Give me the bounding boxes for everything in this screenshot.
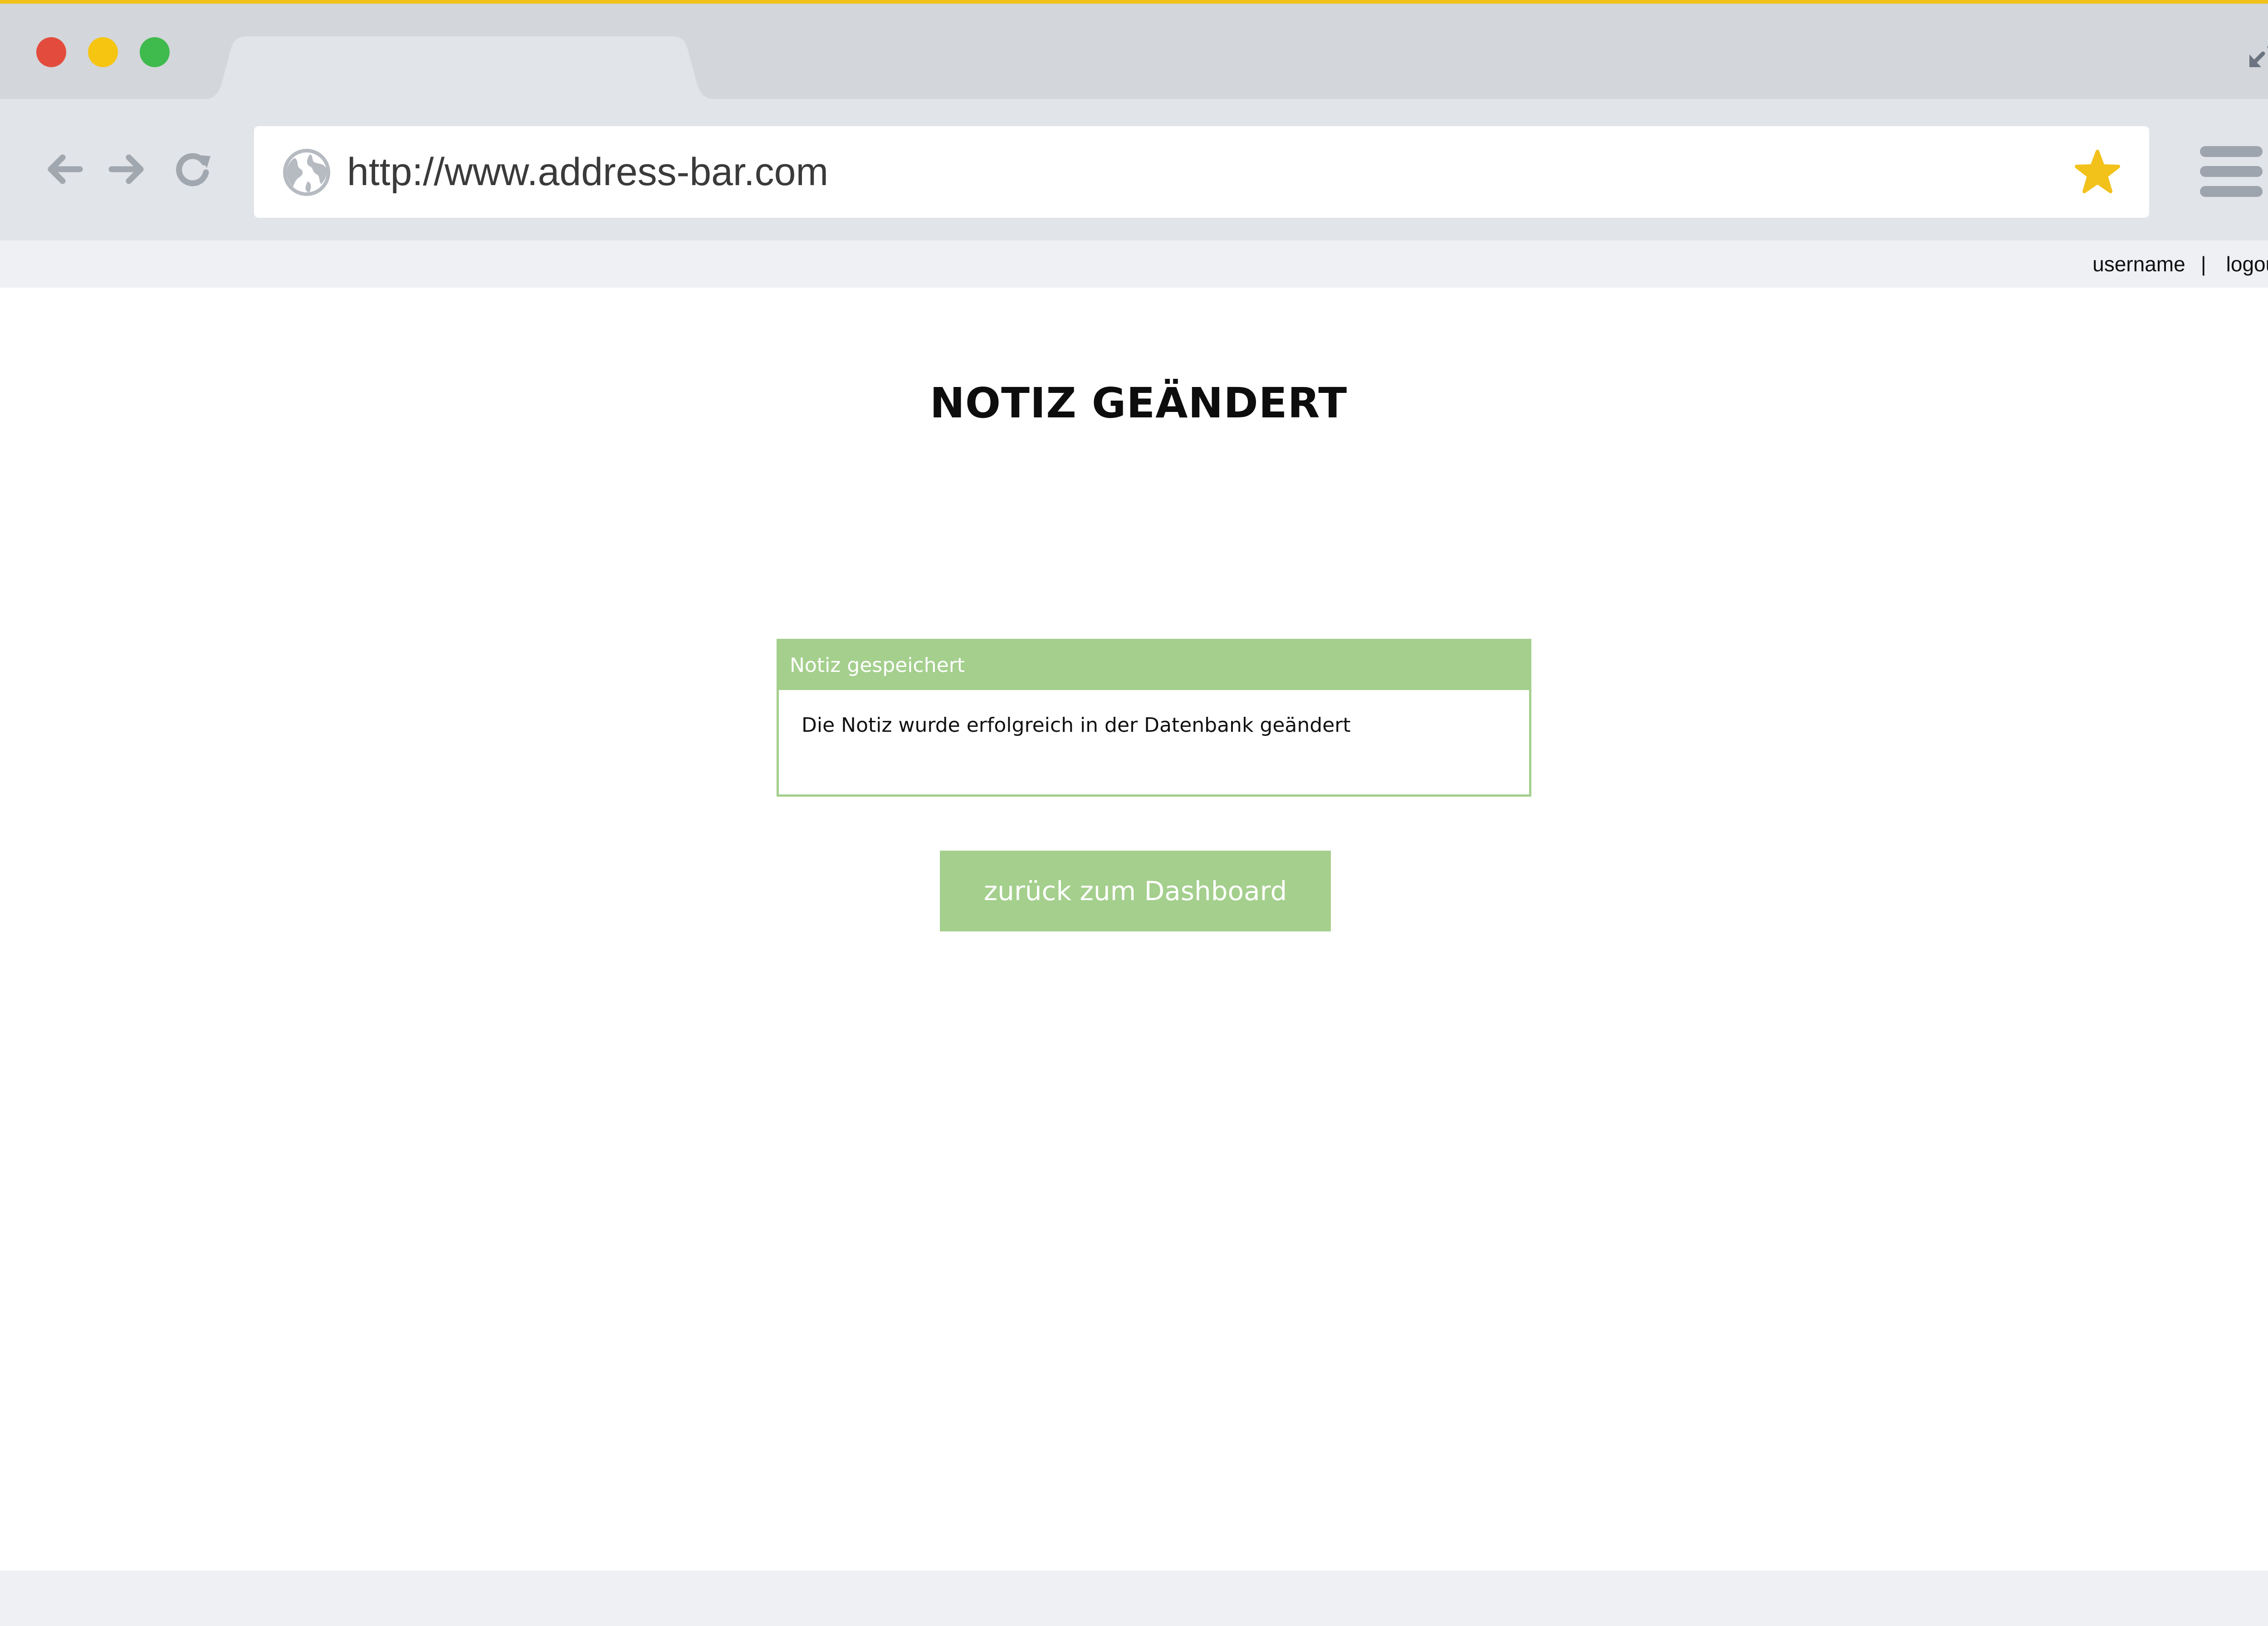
window-top-accent	[0, 0, 2268, 4]
close-window-button[interactable]	[36, 37, 66, 67]
fullscreen-icon[interactable]	[2248, 32, 2268, 69]
footer-strip	[0, 1571, 2268, 1626]
address-bar[interactable]: http://www.address-bar.com	[254, 126, 2149, 218]
arrow-left-icon[interactable]	[44, 149, 85, 190]
alert-header: Notiz gespeichert	[779, 641, 1529, 690]
globe-icon	[282, 148, 331, 197]
username-link[interactable]: username	[2092, 252, 2185, 276]
logout-link[interactable]: logout	[2226, 252, 2268, 276]
browser-tab[interactable]	[200, 36, 719, 100]
minimize-window-button[interactable]	[88, 37, 118, 67]
url-text[interactable]: http://www.address-bar.com	[347, 126, 828, 218]
page-title: NOTIZ GEÄNDERT	[929, 379, 1348, 427]
alert-message: Die Notiz wurde erfolgreich in der Daten…	[802, 714, 1351, 737]
hamburger-menu-icon[interactable]	[2200, 146, 2263, 197]
maximize-window-button[interactable]	[140, 37, 170, 67]
user-links-separator: |	[2200, 252, 2206, 276]
reload-icon[interactable]	[172, 149, 213, 190]
star-icon[interactable]	[2074, 149, 2121, 196]
user-links: username | logout	[2092, 240, 2268, 288]
success-alert-panel: Notiz gespeichert Die Notiz wurde erfolg…	[777, 639, 1531, 797]
user-bar: username | logout	[0, 240, 2268, 288]
arrow-right-icon[interactable]	[106, 149, 147, 190]
back-to-dashboard-button[interactable]: zurück zum Dashboard	[940, 851, 1331, 931]
